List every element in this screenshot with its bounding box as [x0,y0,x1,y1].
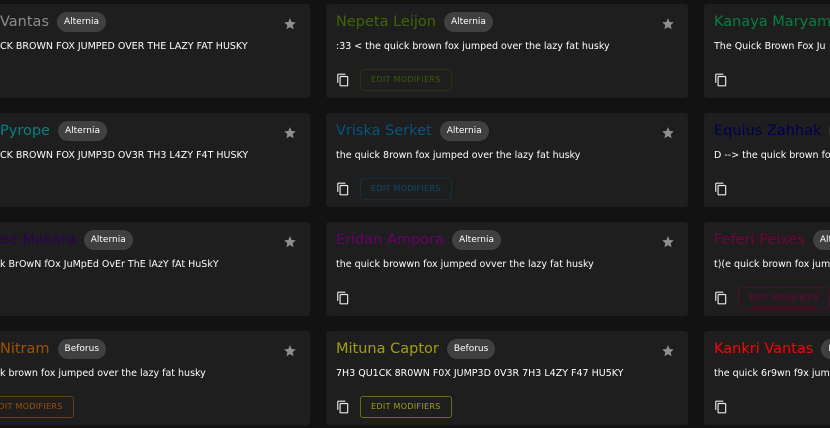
character-name: Nitram [0,341,50,357]
favorite-star-icon[interactable] [661,344,675,358]
character-name: Equius Zahhak [714,123,822,139]
card-header: Nitram Beforus [0,339,107,359]
character-name: Nepeta Leijon [336,14,436,30]
copy-icon[interactable] [714,181,728,197]
character-card-grid: Vantas Alternia CK BROWN FOX JUMPED OVER… [0,0,830,428]
card-header: Kanaya Maryam Alternia [714,12,830,32]
quirk-sample-text: t)(e quick brown fox jumpe [714,259,830,270]
card-header: Eridan Ampora Alternia [336,230,502,250]
character-card: ee Makara Alternia k BrOwN fOx JuMpEd Ov… [0,222,310,316]
card-header: Kankri Vantas Beforus [714,339,830,359]
character-name: Vantas [0,14,49,30]
character-card: Vantas Alternia CK BROWN FOX JUMPED OVER… [0,4,310,98]
card-header: ee Makara Alternia [0,230,133,250]
copy-icon[interactable] [336,181,350,197]
character-name: Mituna Captor [336,341,439,357]
character-card: Kanaya Maryam Alternia The Quick Brown F… [704,4,830,98]
copy-icon[interactable] [714,290,728,306]
quirk-sample-text: :33 < the quick brown fox jumped over th… [336,41,610,52]
favorite-star-icon[interactable] [283,344,297,358]
card-header: Equius Zahhak Alternia [714,121,830,141]
copy-icon[interactable] [714,72,728,88]
card-header: Vantas Alternia [0,12,106,32]
card-header: Vriska Serket Alternia [336,121,489,141]
card-header: Feferi Peixes Alternia [714,230,830,250]
character-name: ee Makara [0,232,76,248]
favorite-star-icon[interactable] [283,235,297,249]
favorite-star-icon[interactable] [661,126,675,140]
card-header: Pyrope Alternia [0,121,107,141]
favorite-star-icon[interactable] [283,126,297,140]
character-card: Equius Zahhak Alternia D --> the quick b… [704,113,830,207]
copy-icon[interactable] [336,290,350,306]
character-name: Vriska Serket [336,123,432,139]
favorite-star-icon[interactable] [283,17,297,31]
era-badge: Alternia [57,12,106,32]
era-badge: Beforus [57,339,107,359]
quirk-sample-text: CK BROWN FOX JUMP3D OV3R TH3 L4ZY F4T HU… [0,150,249,161]
era-badge: Alternia [812,230,830,250]
era-badge: Alternia [83,230,133,250]
quirk-sample-text: the quick 8rown fox jumped over the lazy… [336,150,581,161]
quirk-sample-text: D --> the quick brown fo% j [714,150,830,161]
quirk-sample-text: CK BROWN FOX JUMPED OVER THE LAZY FAT HU… [0,41,248,52]
era-badge: Beforus [446,339,496,359]
character-card: Vriska Serket Alternia the quick 8rown f… [326,113,688,207]
copy-icon[interactable] [336,399,350,415]
era-badge: Alternia [57,121,107,141]
quirk-sample-text: k brown fox jumped over the lazy fat hus… [0,368,206,379]
character-card: Pyrope Alternia CK BROWN FOX JUMP3D OV3R… [0,113,310,207]
character-name: Pyrope [0,123,50,139]
character-card: Feferi Peixes Alternia t)(e quick brown … [704,222,830,316]
character-name: Kankri Vantas [714,341,814,357]
character-card: Nitram Beforus k brown fox jumped over t… [0,331,310,425]
character-card: Eridan Ampora Alternia the quick browwn … [326,222,688,316]
character-name: Eridan Ampora [336,232,445,248]
character-card: Kankri Vantas Beforus the quick 6r9wn f9… [704,331,830,425]
era-badge: Beforus [821,339,830,359]
character-card: Mituna Captor Beforus 7H3 QU1CK 8R0WN F0… [326,331,688,425]
character-card: Nepeta Leijon Alternia :33 < the quick b… [326,4,688,98]
edit-modifiers-button[interactable]: EDIT MODIFIERS [360,69,452,91]
quirk-sample-text: The Quick Brown Fox Ju [714,41,826,52]
edit-modifiers-button[interactable]: EDIT MODIFIERS [0,396,74,418]
quirk-sample-text: k BrOwN fOx JuMpEd OvEr ThE lAzY fAt HuS… [0,259,219,270]
era-badge: Alternia [452,230,502,250]
favorite-star-icon[interactable] [661,235,675,249]
copy-icon[interactable] [714,399,728,415]
quirk-sample-text: 7H3 QU1CK 8R0WN F0X JUMP3D 0V3R 7H3 L4ZY… [336,368,624,379]
edit-modifiers-button[interactable]: EDIT MODIFIERS [360,178,452,200]
era-badge: Alternia [439,121,489,141]
copy-icon[interactable] [336,72,350,88]
card-header: Nepeta Leijon Alternia [336,12,493,32]
character-name: Kanaya Maryam [714,14,830,30]
favorite-star-icon[interactable] [661,17,675,31]
quirk-sample-text: the quick browwn fox jumped ovver the la… [336,259,594,270]
edit-modifiers-button[interactable]: EDIT MODIFIERS [738,287,830,309]
edit-modifiers-button[interactable]: EDIT MODIFIERS [360,396,452,418]
era-badge: Alternia [443,12,493,32]
quirk-sample-text: the quick 6r9wn f9x jum [714,368,830,379]
card-header: Mituna Captor Beforus [336,339,496,359]
character-name: Feferi Peixes [714,232,805,248]
